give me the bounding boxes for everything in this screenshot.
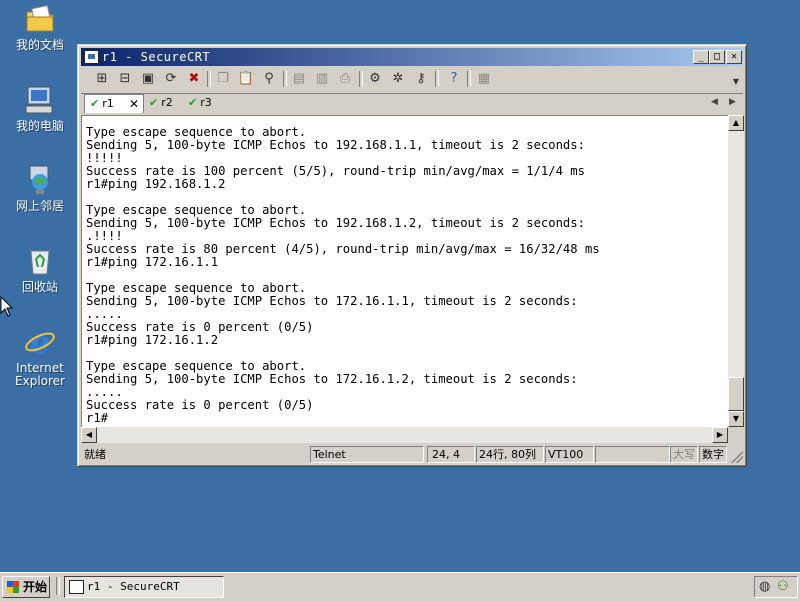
keypad-icon[interactable]: ▦ [475,70,493,88]
network-places-icon [24,164,56,196]
status-emulation: VT100 [545,446,594,463]
volume-icon[interactable]: ◍ [759,579,770,594]
reconnect-icon[interactable]: ⟳ [162,70,180,88]
status-blank [595,446,670,463]
minimize-button[interactable]: _ [693,50,709,64]
tab-r1[interactable]: ✔ r1 ✕ [84,94,144,113]
terminal-text: Type escape sequence to abort. Sending 5… [86,125,600,425]
status-terminal-size: 24行, 80列 [476,446,544,463]
vertical-scrollbar[interactable]: ▲ ▼ [728,115,744,427]
start-label: 开始 [23,580,48,594]
securecrt-app-icon [69,580,84,594]
tab-r3[interactable]: ✔ r3 [188,94,224,112]
my-documents-icon [24,3,56,35]
print-icon[interactable]: ▤ [290,70,308,88]
tab-scroll-left-icon[interactable]: ◀ [711,97,718,107]
scroll-up-icon[interactable]: ▲ [728,115,744,131]
taskbar-separator [56,577,60,595]
resize-grip-icon[interactable] [731,451,743,463]
scrollbar-thumb[interactable] [728,377,744,411]
connected-check-icon: ✔ [188,96,198,109]
desktop-icon-internet-explorer[interactable]: e Internet Explorer [8,323,72,388]
tab-label: r2 [161,96,173,109]
desktop-icon-label: 我的文档 [15,38,64,52]
keymap-icon[interactable]: ⚷ [412,70,430,88]
paste-icon[interactable]: 📋 [237,70,255,88]
toolbar-separator [207,71,211,87]
status-protocol: Telnet [310,446,424,463]
print-setup-icon[interactable]: ⎙ [336,70,354,88]
desktop-icon-label: 我的电脑 [15,119,64,133]
disconnect-icon[interactable]: ✖ [185,70,203,88]
connect-in-tab-icon[interactable]: ▣ [139,70,157,88]
securecrt-app-icon[interactable] [84,50,99,64]
print-preview-icon[interactable]: ▥ [313,70,331,88]
horizontal-scrollbar[interactable]: ◀ ▶ [81,427,728,443]
terminal-output[interactable]: Type escape sequence to abort. Sending 5… [81,115,729,427]
toolbar: ⊞ ⊟ ▣ ⟳ ✖ ❐ 📋 ⚲ ▤ ▥ ⎙ ⚙ ✲ ⚷ ? ▦ ▼ [81,67,743,94]
tab-label: r1 [102,97,114,110]
my-computer-icon [24,84,56,116]
desktop-icon-label: Internet Explorer [15,361,65,388]
desktop-icon-my-computer[interactable]: 我的电脑 [8,84,72,133]
toolbar-chevron-icon[interactable]: ▼ [731,73,741,91]
mouse-cursor-icon [0,296,14,317]
scroll-left-icon[interactable]: ◀ [81,427,97,443]
session-options-icon[interactable]: ⚙ [366,70,384,88]
desktop-icon-label: 网上邻居 [15,199,64,213]
status-caps-lock: 大写 [670,446,698,463]
desktop-icon-recycle-bin[interactable]: 回收站 [8,245,72,294]
status-num-lock: 数字 [699,446,727,463]
tab-close-icon[interactable]: ✕ [129,95,139,113]
svg-text:e: e [30,326,50,358]
desktop-icon-label: 回收站 [21,280,58,294]
toolbar-separator [283,71,287,87]
status-ready: 就绪 [84,448,106,461]
scroll-right-icon[interactable]: ▶ [712,427,728,443]
status-bar: 就绪 Telnet 24, 4 24行, 80列 VT100 大写 数字 [81,445,743,463]
network-icon[interactable]: ⚇ [777,579,789,594]
recycle-bin-icon [24,245,56,277]
taskbar: 开始 r1 - SecureCRT ◍ ⚇ [0,572,800,601]
window-titlebar[interactable]: r1 - SecureCRT _ □ ✕ [81,48,743,66]
help-icon[interactable]: ? [445,70,463,88]
window-title: r1 - SecureCRT [102,50,211,64]
toolbar-separator [435,71,439,87]
toolbar-separator [359,71,363,87]
tab-r2[interactable]: ✔ r2 [149,94,185,112]
desktop-icon-my-documents[interactable]: 我的文档 [8,3,72,52]
session-tabs: ✔ r1 ✕ ✔ r2 ✔ r3 ◀ ▶ [81,94,743,114]
windows-flag-icon [7,581,19,593]
system-tray: ◍ ⚇ [754,576,798,598]
connect-icon[interactable]: ⊞ [93,70,111,88]
taskbar-button-label: r1 - SecureCRT [87,580,180,593]
start-button[interactable]: 开始 [2,576,50,598]
find-icon[interactable]: ⚲ [260,70,278,88]
maximize-button[interactable]: □ [709,50,725,64]
quick-connect-icon[interactable]: ⊟ [116,70,134,88]
tab-scroll-right-icon[interactable]: ▶ [729,97,736,107]
connected-check-icon: ✔ [90,97,100,110]
copy-icon[interactable]: ❐ [214,70,232,88]
toolbar-separator [467,71,471,87]
close-button[interactable]: ✕ [726,50,742,64]
status-cursor-position: 24, 4 [427,446,475,463]
taskbar-button-securecrt[interactable]: r1 - SecureCRT [64,576,224,598]
global-options-icon[interactable]: ✲ [389,70,407,88]
securecrt-window: r1 - SecureCRT _ □ ✕ ⊞ ⊟ ▣ ⟳ ✖ ❐ 📋 ⚲ ▤ ▥… [77,44,747,467]
internet-explorer-icon: e [24,323,56,361]
connected-check-icon: ✔ [149,96,159,109]
tab-label: r3 [200,96,212,109]
desktop-icon-network-places[interactable]: 网上邻居 [8,164,72,213]
scroll-down-icon[interactable]: ▼ [728,411,744,427]
